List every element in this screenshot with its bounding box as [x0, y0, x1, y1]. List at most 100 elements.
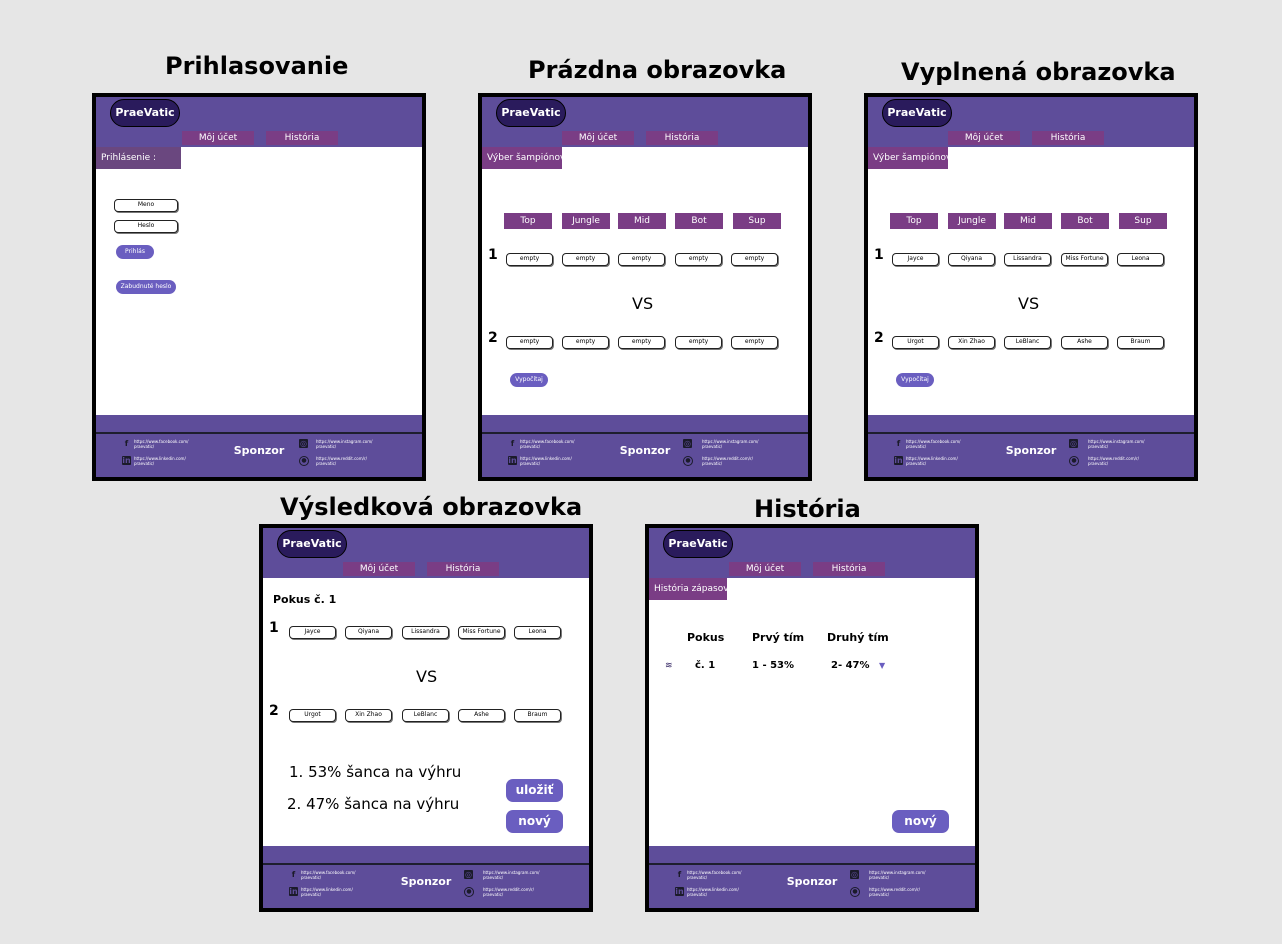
team1-slot-bot[interactable]: Miss Fortune [1061, 253, 1108, 266]
linkedin-icon[interactable]: in [122, 456, 131, 465]
save-button[interactable]: uložiť [506, 779, 563, 802]
team1-slot-jungle[interactable]: Qiyana [345, 626, 392, 639]
linkedin-icon[interactable]: in [894, 456, 903, 465]
team2-slot-top[interactable]: Urgot [289, 709, 336, 722]
forgot-password-button[interactable]: Zabudnuté heslo [116, 280, 176, 294]
instagram-icon[interactable]: ◎ [683, 439, 692, 448]
logo[interactable]: PraeVatic [663, 530, 733, 558]
reddit-icon[interactable]: ● [299, 456, 309, 466]
team2-slot-bot[interactable]: Ashe [1061, 336, 1108, 349]
nav-history[interactable]: História [266, 131, 338, 145]
nav-my-account[interactable]: Môj účet [343, 562, 415, 576]
header: PraeVatic Môj účet História [263, 528, 589, 578]
linkedin-icon[interactable]: in [289, 887, 298, 896]
instagram-link[interactable]: https://www.instagram.com/praevatic/ [702, 439, 759, 449]
logo[interactable]: PraeVatic [882, 99, 952, 127]
team2-slot-sup[interactable]: Braum [514, 709, 561, 722]
linkedin-link[interactable]: https://www.linkedin.com/praevatic/ [906, 456, 958, 466]
reddit-icon[interactable]: ● [464, 887, 474, 897]
team1-slot-mid[interactable]: Lissandra [402, 626, 449, 639]
layers-icon[interactable]: ≋ [665, 661, 673, 671]
linkedin-icon[interactable]: in [675, 887, 684, 896]
arrow-down-icon[interactable]: ▼ [879, 661, 885, 670]
facebook-icon[interactable]: f [508, 439, 517, 448]
facebook-icon[interactable]: f [122, 439, 131, 448]
linkedin-link[interactable]: https://www.linkedin.com/praevatic/ [301, 887, 353, 897]
reddit-icon[interactable]: ● [850, 887, 860, 897]
team1-slot-bot[interactable]: Miss Fortune [458, 626, 505, 639]
team1-slot-mid[interactable]: empty [618, 253, 665, 266]
team2-slot-jungle[interactable]: empty [562, 336, 609, 349]
team1-slot-top[interactable]: empty [506, 253, 553, 266]
team1-slot-top[interactable]: Jayce [289, 626, 336, 639]
team2-slot-sup[interactable]: empty [731, 336, 778, 349]
reddit-icon[interactable]: ● [1069, 456, 1079, 466]
nav-my-account[interactable]: Môj účet [182, 131, 254, 145]
team1-slot-sup[interactable]: Leona [1117, 253, 1164, 266]
team1-slot-sup[interactable]: Leona [514, 626, 561, 639]
team2-slot-top[interactable]: Urgot [892, 336, 939, 349]
calculate-button[interactable]: Vypočítaj [510, 373, 548, 387]
instagram-link[interactable]: https://www.instagram.com/praevatic/ [483, 870, 540, 880]
facebook-link[interactable]: https://www.facebook.com/praevatic/ [134, 439, 189, 449]
nav-history[interactable]: História [646, 131, 718, 145]
footer: f https://www.facebook.com/praevatic/ in… [868, 415, 1194, 477]
instagram-link[interactable]: https://www.instagram.com/praevatic/ [869, 870, 926, 880]
instagram-link[interactable]: https://www.instagram.com/praevatic/ [1088, 439, 1145, 449]
login-label: Prihlásenie : [96, 147, 181, 169]
team1-slot-sup[interactable]: empty [731, 253, 778, 266]
reddit-link[interactable]: https://www.reddit.com/r/praevatic/ [702, 456, 753, 466]
instagram-icon[interactable]: ◎ [464, 870, 473, 879]
facebook-icon[interactable]: f [894, 439, 903, 448]
logo[interactable]: PraeVatic [277, 530, 347, 558]
nav-my-account[interactable]: Môj účet [729, 562, 801, 576]
instagram-icon[interactable]: ◎ [299, 439, 308, 448]
team2-slot-mid[interactable]: empty [618, 336, 665, 349]
nav-history[interactable]: História [427, 562, 499, 576]
reddit-link[interactable]: https://www.reddit.com/r/praevatic/ [483, 887, 534, 897]
nav-history[interactable]: História [813, 562, 885, 576]
team1-slot-mid[interactable]: Lissandra [1004, 253, 1051, 266]
reddit-link[interactable]: https://www.reddit.com/r/praevatic/ [869, 887, 920, 897]
nav-history[interactable]: História [1032, 131, 1104, 145]
team2-slot-sup[interactable]: Braum [1117, 336, 1164, 349]
new-button[interactable]: nový [892, 810, 949, 833]
team2-slot-mid[interactable]: LeBlanc [1004, 336, 1051, 349]
facebook-link[interactable]: https://www.facebook.com/praevatic/ [687, 870, 742, 880]
instagram-link[interactable]: https://www.instagram.com/praevatic/ [316, 439, 373, 449]
team2-slot-bot[interactable]: Ashe [458, 709, 505, 722]
new-button[interactable]: nový [506, 810, 563, 833]
reddit-link[interactable]: https://www.reddit.com/r/praevatic/ [316, 456, 367, 466]
instagram-icon[interactable]: ◎ [850, 870, 859, 879]
team2-slot-top[interactable]: empty [506, 336, 553, 349]
linkedin-icon[interactable]: in [508, 456, 517, 465]
nav-my-account[interactable]: Môj účet [948, 131, 1020, 145]
facebook-icon[interactable]: f [675, 870, 684, 879]
login-button[interactable]: Prihlás [116, 245, 154, 259]
linkedin-link[interactable]: https://www.linkedin.com/praevatic/ [520, 456, 572, 466]
team2-slot-mid[interactable]: LeBlanc [402, 709, 449, 722]
table-row[interactable]: ≋ č. 1 1 - 53% 2- 47% ▼ [649, 658, 975, 676]
facebook-icon[interactable]: f [289, 870, 298, 879]
team1-slot-bot[interactable]: empty [675, 253, 722, 266]
reddit-link[interactable]: https://www.reddit.com/r/praevatic/ [1088, 456, 1139, 466]
facebook-link[interactable]: https://www.facebook.com/praevatic/ [301, 870, 356, 880]
logo[interactable]: PraeVatic [496, 99, 566, 127]
password-field[interactable]: Heslo [114, 220, 178, 233]
team1-slot-top[interactable]: Jayce [892, 253, 939, 266]
team1-slot-jungle[interactable]: Qiyana [948, 253, 995, 266]
logo[interactable]: PraeVatic [110, 99, 180, 127]
team2-slot-jungle[interactable]: Xin Zhao [948, 336, 995, 349]
linkedin-link[interactable]: https://www.linkedin.com/praevatic/ [134, 456, 186, 466]
team1-slot-jungle[interactable]: empty [562, 253, 609, 266]
nav-my-account[interactable]: Môj účet [562, 131, 634, 145]
facebook-link[interactable]: https://www.facebook.com/praevatic/ [520, 439, 575, 449]
reddit-icon[interactable]: ● [683, 456, 693, 466]
team2-slot-jungle[interactable]: Xin Zhao [345, 709, 392, 722]
facebook-link[interactable]: https://www.facebook.com/praevatic/ [906, 439, 961, 449]
name-field[interactable]: Meno [114, 199, 178, 212]
team2-slot-bot[interactable]: empty [675, 336, 722, 349]
linkedin-link[interactable]: https://www.linkedin.com/praevatic/ [687, 887, 739, 897]
calculate-button[interactable]: Vypočítaj [896, 373, 934, 387]
instagram-icon[interactable]: ◎ [1069, 439, 1078, 448]
